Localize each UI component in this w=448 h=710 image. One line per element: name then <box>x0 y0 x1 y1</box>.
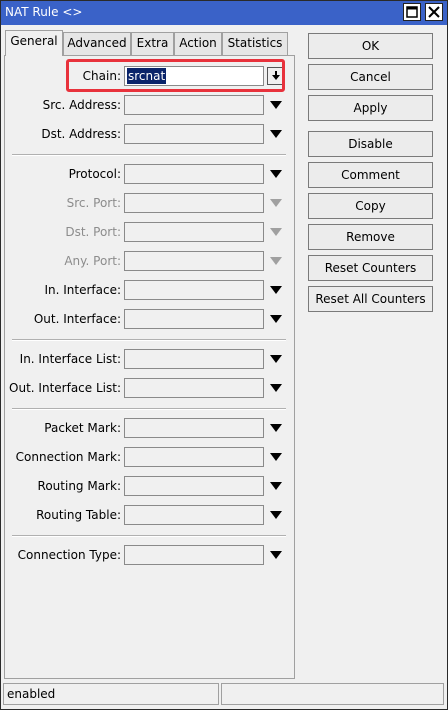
chain-value: srcnat <box>127 68 167 84</box>
dst-address-dropdown-icon[interactable] <box>270 130 282 138</box>
nat-rule-window: NAT Rule <> General Advanced Extra Actio… <box>0 0 448 710</box>
dst-port-label: Dst. Port: <box>65 225 121 239</box>
tab-statistics[interactable]: Statistics <box>222 32 288 55</box>
separator <box>12 408 286 410</box>
src-port-input <box>124 193 264 213</box>
routing-table-label: Routing Table: <box>36 508 121 522</box>
src-port-row: Src. Port: <box>5 193 294 215</box>
out-interface-list-dropdown-icon[interactable] <box>270 384 282 392</box>
copy-button[interactable]: Copy <box>308 193 433 219</box>
protocol-input[interactable] <box>124 164 264 184</box>
in-interface-row: In. Interface: <box>5 280 294 302</box>
chain-row: Chain: srcnat <box>5 66 294 88</box>
connection-type-label: Connection Type: <box>17 548 121 562</box>
any-port-input <box>124 251 264 271</box>
protocol-row: Protocol: <box>5 164 294 186</box>
tab-general[interactable]: General <box>5 30 63 56</box>
dst-port-dropdown-icon <box>270 228 282 236</box>
cancel-button[interactable]: Cancel <box>308 64 433 90</box>
chain-dropdown-button[interactable] <box>267 67 285 85</box>
in-interface-dropdown-icon[interactable] <box>270 286 282 294</box>
connection-type-dropdown-icon[interactable] <box>270 551 282 559</box>
tab-extra[interactable]: Extra <box>131 32 174 55</box>
in-interface-list-label: In. Interface List: <box>19 352 121 366</box>
status-bar: enabled <box>1 681 447 709</box>
connection-mark-dropdown-icon[interactable] <box>270 453 282 461</box>
out-interface-list-row: Out. Interface List: <box>5 378 294 400</box>
routing-mark-dropdown-icon[interactable] <box>270 482 282 490</box>
maximize-icon[interactable] <box>403 3 421 21</box>
close-icon[interactable] <box>425 3 443 21</box>
protocol-dropdown-icon[interactable] <box>270 170 282 178</box>
in-interface-list-input[interactable] <box>124 349 264 369</box>
connection-mark-input[interactable] <box>124 447 264 467</box>
separator <box>12 339 286 341</box>
reset-all-counters-button[interactable]: Reset All Counters <box>308 286 433 312</box>
src-address-row: Src. Address: <box>5 95 294 117</box>
chain-input[interactable]: srcnat <box>124 66 264 86</box>
title-bar[interactable]: NAT Rule <> <box>1 1 447 25</box>
out-interface-list-label: Out. Interface List: <box>9 381 121 395</box>
out-interface-label: Out. Interface: <box>33 312 121 326</box>
dst-address-row: Dst. Address: <box>5 124 294 146</box>
in-interface-input[interactable] <box>124 280 264 300</box>
reset-counters-button[interactable]: Reset Counters <box>308 255 433 281</box>
packet-mark-label: Packet Mark: <box>44 421 121 435</box>
apply-button[interactable]: Apply <box>308 95 433 121</box>
src-port-dropdown-icon <box>270 199 282 207</box>
out-interface-list-input[interactable] <box>124 378 264 398</box>
in-interface-label: In. Interface: <box>44 283 121 297</box>
remove-button[interactable]: Remove <box>308 224 433 250</box>
separator <box>12 535 286 537</box>
routing-mark-label: Routing Mark: <box>37 479 121 493</box>
connection-type-row: Connection Type: <box>5 545 294 567</box>
any-port-row: Any. Port: <box>5 251 294 273</box>
packet-mark-input[interactable] <box>124 418 264 438</box>
comment-button[interactable]: Comment <box>308 162 433 188</box>
window-title: NAT Rule <> <box>5 5 83 19</box>
tab-advanced[interactable]: Advanced <box>63 32 131 55</box>
src-address-label: Src. Address: <box>42 98 121 112</box>
routing-table-input[interactable] <box>124 505 264 525</box>
ok-button[interactable]: OK <box>308 33 433 59</box>
connection-mark-label: Connection Mark: <box>15 450 121 464</box>
tab-action[interactable]: Action <box>174 32 222 55</box>
protocol-label: Protocol: <box>68 167 121 181</box>
dst-address-label: Dst. Address: <box>41 127 121 141</box>
status-text: enabled <box>3 683 219 705</box>
dst-port-input <box>124 222 264 242</box>
dst-address-input[interactable] <box>124 124 264 144</box>
src-address-input[interactable] <box>124 95 264 115</box>
any-port-label: Any. Port: <box>64 254 121 268</box>
chain-label: Chain: <box>82 69 121 83</box>
in-interface-list-row: In. Interface List: <box>5 349 294 371</box>
routing-mark-input[interactable] <box>124 476 264 496</box>
separator <box>12 154 286 156</box>
packet-mark-row: Packet Mark: <box>5 418 294 440</box>
any-port-dropdown-icon <box>270 257 282 265</box>
down-arrow-icon <box>272 71 280 80</box>
src-port-label: Src. Port: <box>66 196 121 210</box>
routing-table-row: Routing Table: <box>5 505 294 527</box>
disable-button[interactable]: Disable <box>308 131 433 157</box>
in-interface-list-dropdown-icon[interactable] <box>270 355 282 363</box>
out-interface-row: Out. Interface: <box>5 309 294 331</box>
connection-type-input[interactable] <box>124 545 264 565</box>
packet-mark-dropdown-icon[interactable] <box>270 424 282 432</box>
general-panel: Chain: srcnat Src. Address: Dst. Address… <box>4 55 295 679</box>
routing-table-dropdown-icon[interactable] <box>270 511 282 519</box>
out-interface-dropdown-icon[interactable] <box>270 315 282 323</box>
status-cell-empty <box>221 683 444 705</box>
connection-mark-row: Connection Mark: <box>5 447 294 469</box>
routing-mark-row: Routing Mark: <box>5 476 294 498</box>
dst-port-row: Dst. Port: <box>5 222 294 244</box>
out-interface-input[interactable] <box>124 309 264 329</box>
src-address-dropdown-icon[interactable] <box>270 101 282 109</box>
